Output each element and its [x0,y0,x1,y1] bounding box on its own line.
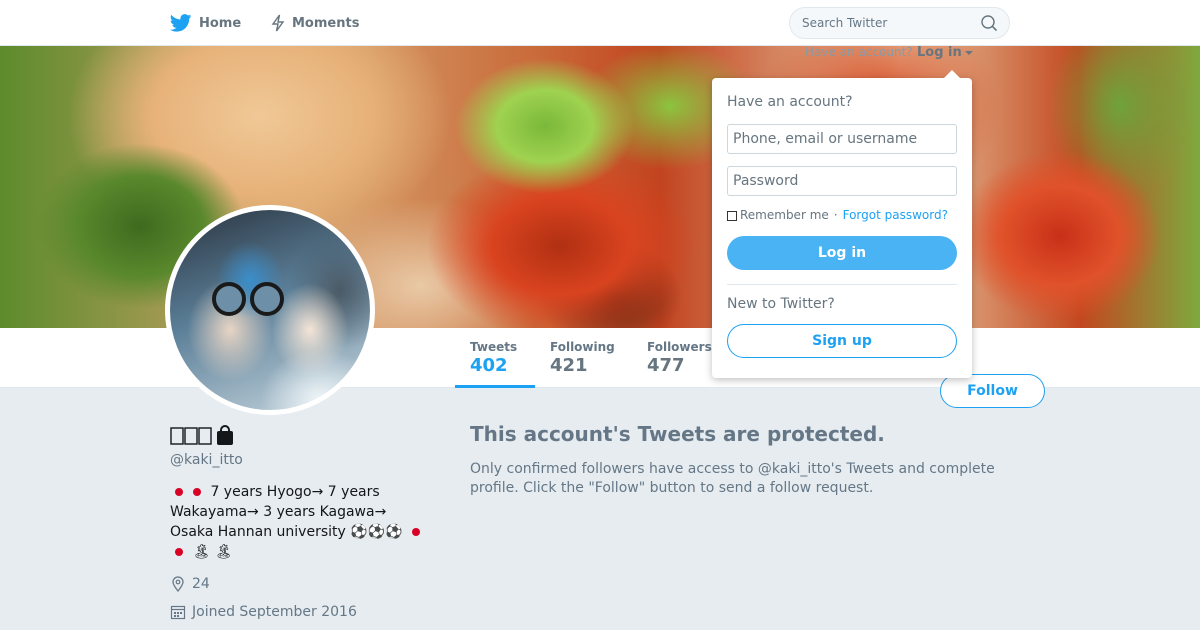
remember-me-label[interactable]: Remember me [740,208,829,222]
profile-name [170,425,233,447]
profile-join-date: Joined September 2016 [170,604,357,620]
name-glyph-boxes [170,427,212,445]
joined-text: Joined September 2016 [192,604,357,620]
bio-line-2: Wakayama→ 3 years Kagawa→ [170,504,387,520]
calendar-icon [170,604,186,620]
nav-moments-link[interactable]: Moments [271,0,359,46]
protected-description: Only confirmed followers have access to … [470,461,995,496]
profile-avatar[interactable] [165,205,375,415]
new-to-twitter-prompt: New to Twitter? [727,296,835,312]
flag-dot-icon [175,488,183,496]
search-input[interactable] [802,16,972,30]
nav-home-link[interactable]: Home [170,0,241,46]
protected-title: This account's Tweets are protected. [470,422,885,446]
stat-tweets[interactable]: Tweets 402 [455,328,535,388]
remember-row: Remember me · Forgot password? [727,208,948,222]
login-dropdown-toggle[interactable]: Log in [917,45,973,60]
stat-followers-value: 477 [647,355,685,376]
stat-followers[interactable]: Followers 477 [647,328,712,388]
caret-down-icon [964,50,973,55]
avatar-photo-detail [250,282,284,316]
stat-following-value: 421 [550,355,588,376]
location-pin-icon [170,576,186,592]
dropdown-heading: Have an account? [727,94,853,110]
flag-dot-icon [411,528,420,536]
password-field[interactable] [727,166,957,196]
signup-button[interactable]: Sign up [727,324,957,358]
login-button[interactable]: Log in [727,236,957,270]
lock-icon [217,425,233,445]
bio-line-1: 7 years Hyogo→ 7 years [210,484,380,500]
have-account-prompt: Have an account? [805,45,913,59]
remember-me-checkbox[interactable] [727,211,737,221]
profile-bio: 7 years Hyogo→ 7 years Wakayama→ 3 years… [170,482,435,562]
profile-screen-name: @kaki_itto [170,452,243,468]
nav-moments-label: Moments [292,15,360,31]
login-link-label: Log in [917,45,962,60]
stat-tweets-value: 402 [470,355,508,376]
avatar-photo-detail [212,282,246,316]
location-text: 24 [192,576,210,592]
separator-dot: · [833,208,838,222]
dropdown-divider [727,284,957,285]
stat-following-label: Following [550,340,615,354]
bio-line-4: 🏝 🏝 [192,544,233,560]
flag-dot-icon [175,548,183,556]
twitter-bird-icon [170,14,192,32]
lightning-icon [271,14,285,32]
top-navigation-bar: Home Moments [0,0,1200,46]
follow-button[interactable]: Follow [940,374,1045,408]
flag-dot-icon [193,488,201,496]
profile-location: 24 [170,576,210,592]
nav-home-label: Home [199,15,242,31]
username-field[interactable] [727,124,957,154]
stat-following[interactable]: Following 421 [550,328,615,388]
search-icon[interactable] [981,15,998,36]
login-dropdown: Have an account? Remember me · Forgot pa… [712,70,972,378]
forgot-password-link[interactable]: Forgot password? [843,208,948,222]
bio-line-3: Osaka Hannan university ⚽⚽⚽ [170,524,403,540]
stat-followers-label: Followers [647,340,712,354]
stat-tweets-label: Tweets [470,340,518,354]
search-box [789,7,1010,39]
